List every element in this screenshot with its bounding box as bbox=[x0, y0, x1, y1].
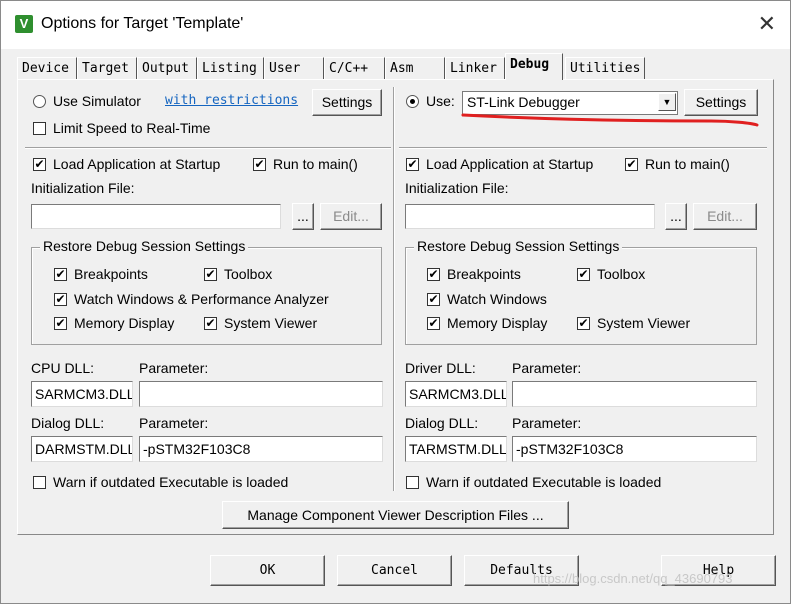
driver-parameter-label: Parameter: bbox=[512, 360, 582, 376]
tab-output[interactable]: Output bbox=[137, 57, 197, 79]
toolbox-checkbox[interactable]: ✔ bbox=[204, 268, 217, 281]
ok-button[interactable]: OK bbox=[210, 555, 325, 586]
right-dialog-dll-field[interactable]: TARMSTM.DLL bbox=[405, 436, 507, 462]
limit-speed-label: Limit Speed to Real-Time bbox=[53, 120, 211, 136]
cpu-dll-label: CPU DLL: bbox=[31, 360, 95, 376]
cpu-parameter-label: Parameter: bbox=[139, 360, 209, 376]
warn-outdated-checkbox[interactable] bbox=[33, 476, 46, 489]
driver-parameter-field[interactable] bbox=[512, 381, 757, 407]
right-init-file-browse-button[interactable]: ... bbox=[665, 203, 687, 230]
right-breakpoints-label: Breakpoints bbox=[447, 266, 521, 282]
dialog-dll-label: Dialog DLL: bbox=[31, 415, 105, 431]
init-file-browse-button[interactable]: ... bbox=[292, 203, 314, 230]
right-load-app-checkbox[interactable]: ✔ bbox=[406, 158, 419, 171]
title-bar: V Options for Target 'Template' ✕ bbox=[1, 1, 790, 49]
run-to-main-checkbox[interactable]: ✔ bbox=[253, 158, 266, 171]
debugger-select-value: ST-Link Debugger bbox=[467, 94, 580, 110]
init-file-edit-button: Edit... bbox=[320, 203, 382, 230]
cpu-dll-field[interactable]: SARMCM3.DLL bbox=[31, 381, 133, 407]
right-run-to-main-checkbox[interactable]: ✔ bbox=[625, 158, 638, 171]
init-file-input[interactable] bbox=[31, 204, 281, 229]
memory-display-label: Memory Display bbox=[74, 315, 175, 331]
breakpoints-checkbox[interactable]: ✔ bbox=[54, 268, 67, 281]
tab-listing[interactable]: Listing bbox=[197, 57, 264, 79]
tab-user[interactable]: User bbox=[264, 57, 324, 79]
use-simulator-label: Use Simulator bbox=[53, 93, 141, 109]
tab-linker[interactable]: Linker bbox=[445, 57, 505, 79]
right-toolbox-checkbox[interactable]: ✔ bbox=[577, 268, 590, 281]
left-divider bbox=[25, 147, 391, 149]
right-memory-display-label: Memory Display bbox=[447, 315, 548, 331]
right-divider bbox=[399, 147, 767, 149]
right-watch-windows-checkbox[interactable]: ✔ bbox=[427, 293, 440, 306]
use-simulator-radio[interactable] bbox=[33, 95, 46, 108]
restore-settings-title: Restore Debug Session Settings bbox=[40, 238, 249, 254]
tab-asm[interactable]: Asm bbox=[385, 57, 445, 79]
load-app-checkbox[interactable]: ✔ bbox=[33, 158, 46, 171]
right-dialog-parameter-label: Parameter: bbox=[512, 415, 582, 431]
cancel-button[interactable]: Cancel bbox=[337, 555, 452, 586]
tab-debug[interactable]: Debug bbox=[505, 53, 563, 80]
watermark-text: https://blog.csdn.net/qq_43690793 bbox=[533, 571, 733, 586]
toolbox-label: Toolbox bbox=[224, 266, 273, 282]
watch-windows-label: Watch Windows & Performance Analyzer bbox=[74, 291, 329, 307]
breakpoints-label: Breakpoints bbox=[74, 266, 148, 282]
load-app-label: Load Application at Startup bbox=[53, 156, 221, 172]
manage-component-viewer-button[interactable]: Manage Component Viewer Description File… bbox=[222, 501, 569, 529]
warn-outdated-label: Warn if outdated Executable is loaded bbox=[53, 474, 289, 490]
red-underline-annotation bbox=[461, 113, 759, 127]
memory-display-checkbox[interactable]: ✔ bbox=[54, 317, 67, 330]
right-system-viewer-checkbox[interactable]: ✔ bbox=[577, 317, 590, 330]
right-load-app-label: Load Application at Startup bbox=[426, 156, 594, 172]
right-run-to-main-label: Run to main() bbox=[645, 156, 730, 172]
right-toolbox-label: Toolbox bbox=[597, 266, 646, 282]
right-memory-display-checkbox[interactable]: ✔ bbox=[427, 317, 440, 330]
dialog-dll-field[interactable]: DARMSTM.DLL bbox=[31, 436, 133, 462]
init-file-label: Initialization File: bbox=[31, 180, 135, 196]
restrictions-link[interactable]: with restrictions bbox=[165, 93, 298, 108]
right-warn-outdated-label: Warn if outdated Executable is loaded bbox=[426, 474, 662, 490]
cpu-parameter-field[interactable] bbox=[139, 381, 383, 407]
chevron-down-icon[interactable]: ▼ bbox=[658, 93, 676, 111]
right-dialog-dll-label: Dialog DLL: bbox=[405, 415, 479, 431]
right-init-file-input[interactable] bbox=[405, 204, 655, 229]
driver-dll-label: Driver DLL: bbox=[405, 360, 476, 376]
tab-utilities[interactable]: Utilities bbox=[565, 57, 645, 79]
keil-app-icon: V bbox=[15, 15, 33, 33]
tab-target[interactable]: Target bbox=[77, 57, 137, 79]
system-viewer-checkbox[interactable]: ✔ bbox=[204, 317, 217, 330]
watch-windows-checkbox[interactable]: ✔ bbox=[54, 293, 67, 306]
dialog-parameter-field[interactable]: -pSTM32F103C8 bbox=[139, 436, 383, 462]
right-init-file-label: Initialization File: bbox=[405, 180, 509, 196]
right-warn-outdated-checkbox[interactable] bbox=[406, 476, 419, 489]
right-system-viewer-label: System Viewer bbox=[597, 315, 691, 331]
right-init-file-edit-button: Edit... bbox=[693, 203, 757, 230]
options-dialog: V Options for Target 'Template' ✕ Device… bbox=[0, 0, 791, 604]
simulator-settings-button[interactable]: Settings bbox=[312, 89, 382, 116]
use-debugger-radio[interactable] bbox=[406, 95, 419, 108]
right-dialog-parameter-field[interactable]: -pSTM32F103C8 bbox=[512, 436, 757, 462]
system-viewer-label: System Viewer bbox=[224, 315, 318, 331]
limit-speed-checkbox[interactable] bbox=[33, 122, 46, 135]
window-title: Options for Target 'Template' bbox=[41, 15, 244, 32]
tab-c-cpp[interactable]: C/C++ bbox=[324, 57, 385, 79]
driver-dll-field[interactable]: SARMCM3.DLL bbox=[405, 381, 507, 407]
right-watch-windows-label: Watch Windows bbox=[447, 291, 547, 307]
column-divider bbox=[393, 87, 395, 491]
close-icon[interactable]: ✕ bbox=[758, 11, 776, 37]
right-breakpoints-checkbox[interactable]: ✔ bbox=[427, 268, 440, 281]
use-label: Use: bbox=[426, 93, 455, 109]
run-to-main-label: Run to main() bbox=[273, 156, 358, 172]
dialog-parameter-label: Parameter: bbox=[139, 415, 209, 431]
tab-device[interactable]: Device bbox=[17, 57, 77, 79]
right-restore-settings-title: Restore Debug Session Settings bbox=[414, 238, 623, 254]
